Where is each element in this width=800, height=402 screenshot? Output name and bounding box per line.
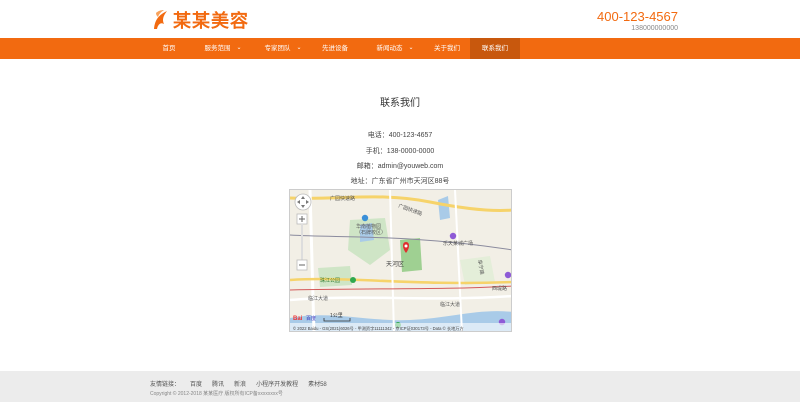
- contact-email[interactable]: 邮箱：admin@youweb.com: [0, 161, 800, 171]
- chevron-down-icon: ⌄: [236, 45, 242, 51]
- poi-icon[interactable]: [449, 232, 457, 240]
- nav-item-services[interactable]: 服务范围 ⌄: [198, 38, 248, 59]
- contact-mobile: 手机：138-0000-0000: [365, 148, 435, 155]
- map-label-district: 天河区: [386, 260, 404, 268]
- nav-item-label: 关于我们: [434, 45, 460, 52]
- zoom-slider-track[interactable]: [301, 224, 303, 260]
- marker-dot: [404, 244, 408, 248]
- chevron-down-icon: ⌄: [408, 45, 414, 51]
- nav-item-about[interactable]: 关于我们: [424, 38, 470, 59]
- map-label-park1: 华南植物园: [356, 223, 381, 230]
- contact-address: 地址：广东省广州市天河区88号: [350, 178, 450, 185]
- header: 某某美容 400-123-4567 138000000000: [0, 0, 800, 38]
- friend-link[interactable]: 新浪: [234, 379, 246, 388]
- nav-item-label: 服务范围: [204, 45, 231, 52]
- nav-item-equipment[interactable]: 先进设备: [310, 38, 360, 59]
- map-label-road1: 广园快速路: [330, 195, 355, 202]
- map-brand-logo-cn: 百度: [306, 315, 316, 322]
- nav-item-home[interactable]: 首页: [150, 38, 188, 59]
- map-copyright: © 2022 Baidu - GS(2021)6026号 - 甲测资字11111…: [293, 325, 464, 332]
- baidu-map[interactable]: 广园快速路 广园快速路 华南植物园 （石牌校区） 天河区 乐天某城广场 珠江公园…: [289, 189, 512, 332]
- scale-label: 1公里: [330, 313, 343, 319]
- nav-item-label: 新闻动态: [376, 45, 403, 52]
- friend-links-label: 友情链接：: [150, 382, 181, 388]
- poi-icon[interactable]: [504, 271, 511, 279]
- nav-item-label: 联系我们: [482, 45, 508, 52]
- mobile-number: 138000000000: [631, 25, 678, 32]
- friend-link[interactable]: 素材58: [308, 379, 327, 388]
- map-label-road4: 临江大道: [440, 301, 460, 308]
- map-label-road3: 临江大道: [308, 295, 328, 302]
- page-title: 联系我们: [380, 98, 420, 109]
- hotline: 400-123-4567: [597, 9, 678, 24]
- friend-links: 友情链接： 百度 腾讯 新浪 小程序开发教程 素材58: [150, 379, 337, 388]
- poi-icon[interactable]: [350, 277, 356, 283]
- nav-item-experts[interactable]: 专家团队 ⌄: [258, 38, 308, 59]
- poi-icon[interactable]: [361, 214, 369, 222]
- copyright: Copyright © 2012-2018 某某医疗 版权所有ICP备xxxxx…: [150, 391, 283, 397]
- friend-link[interactable]: 百度: [190, 379, 202, 388]
- friend-link[interactable]: 腾讯: [212, 379, 224, 388]
- footer: 友情链接： 百度 腾讯 新浪 小程序开发教程 素材58 Copyright © …: [0, 371, 800, 402]
- map-label-plaza: 乐天某城广场: [443, 240, 473, 247]
- map-label-park1b: （石牌校区）: [356, 229, 386, 236]
- nav-item-news[interactable]: 新闻动态 ⌄: [370, 38, 420, 59]
- logo[interactable]: 某某美容: [151, 7, 249, 33]
- main-nav: 首页 服务范围 ⌄ 专家团队 ⌄ 先进设备 新闻动态 ⌄ 关于我们 联系我们: [0, 38, 800, 59]
- nav-item-contact[interactable]: 联系我们: [470, 38, 520, 59]
- map-brand-logo: Bai: [293, 316, 303, 322]
- nav-item-label: 首页: [162, 45, 176, 52]
- map-canvas[interactable]: 广园快速路 广园快速路 华南植物园 （石牌校区） 天河区 乐天某城广场 珠江公园…: [290, 190, 512, 332]
- chevron-down-icon: ⌄: [296, 45, 302, 51]
- contact-phone: 电话：400-123-4657: [367, 132, 433, 139]
- map-label-sea: 西堤路: [492, 285, 507, 292]
- brand-name: 某某美容: [173, 11, 249, 32]
- nav-item-label: 先进设备: [322, 45, 348, 52]
- nav-item-label: 专家团队: [264, 45, 291, 52]
- map-label-park2: 珠江公园: [320, 277, 340, 284]
- logo-mark-icon: [154, 10, 167, 29]
- friend-link[interactable]: 小程序开发教程: [256, 379, 298, 388]
